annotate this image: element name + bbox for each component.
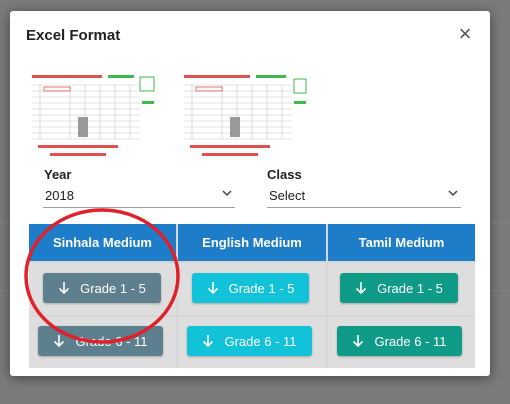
download-sinhala-grade-1-5-button[interactable]: Grade 1 - 5 [43,273,161,303]
class-label: Class [267,167,302,182]
arrow-down-icon [353,335,364,348]
button-label: Grade 6 - 11 [374,333,447,349]
download-tamil-grade-1-5-button[interactable]: Grade 1 - 5 [340,273,458,303]
arrow-down-icon [59,282,70,295]
arrow-down-icon [207,282,218,295]
year-value: 2018 [45,188,74,203]
dialog-title: Excel Format [26,27,121,44]
arrow-down-icon [356,282,367,295]
year-label: Year [44,167,72,182]
button-label: Grade 1 - 5 [377,280,443,296]
download-english-grade-6-11-button[interactable]: Grade 6 - 11 [187,326,312,356]
download-english-grade-1-5-button[interactable]: Grade 1 - 5 [192,273,309,303]
chevron-down-icon [448,190,458,197]
column-header-tamil: Tamil Medium [328,224,475,261]
button-label: Grade 1 - 5 [228,280,295,296]
year-select[interactable]: 2018 [43,185,235,208]
excel-sample-thumbnail [30,71,158,159]
class-value: Select [269,188,306,203]
button-label: Grade 1 - 5 [80,280,146,296]
excel-sample-thumbnail [182,71,310,159]
close-icon[interactable]: × [456,23,474,45]
arrow-down-icon [203,335,214,348]
download-grid: Sinhala Medium English Medium Tamil Medi… [29,224,475,368]
chevron-down-icon [222,190,232,197]
column-header-sinhala: Sinhala Medium [29,224,176,261]
class-select[interactable]: Select [267,185,461,208]
arrow-down-icon [54,335,65,348]
button-label: Grade 6 - 11 [75,333,148,349]
column-header-english: English Medium [178,224,326,261]
button-label: Grade 6 - 11 [224,333,297,349]
download-sinhala-grade-6-11-button[interactable]: Grade 6 - 11 [38,326,163,356]
download-tamil-grade-6-11-button[interactable]: Grade 6 - 11 [337,326,462,356]
